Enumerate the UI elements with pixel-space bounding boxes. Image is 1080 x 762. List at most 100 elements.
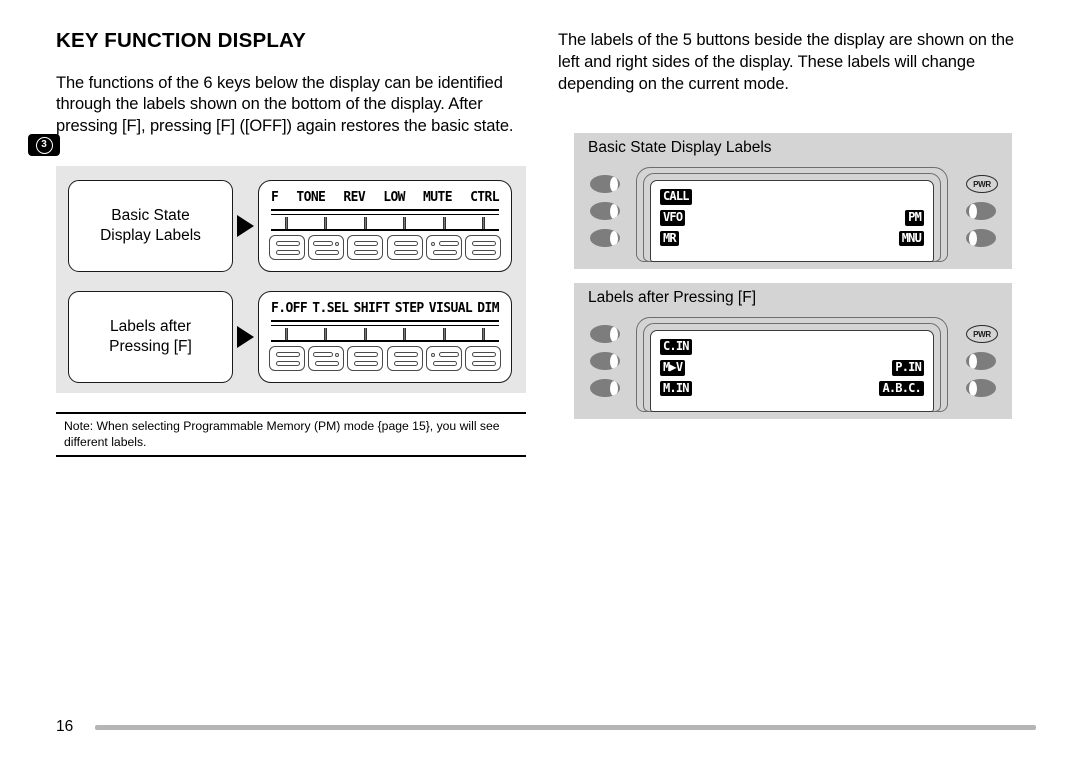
- key-label-4: LOW: [383, 190, 405, 205]
- radio-lcd-bezel-outer: C.IN M▶V M.IN P.IN A.B.C.: [636, 317, 948, 412]
- lcd-tick-marks: [271, 328, 499, 340]
- key-label-3: SHIFT: [353, 301, 391, 316]
- radio-lcd-bezel-inner: CALL VFO MR PM MNU: [643, 173, 941, 262]
- key-label-2: T.SEL: [312, 301, 349, 316]
- key-function-figure: Basic State Display Labels F TONE REV LO…: [56, 166, 526, 393]
- callout-basic-state: Basic State Display Labels: [68, 180, 233, 272]
- callout-after-f-line1: Labels after: [109, 317, 191, 335]
- radio-lcd-screen: C.IN M▶V M.IN P.IN A.B.C.: [650, 330, 934, 412]
- key-button-1: [269, 346, 305, 371]
- key-label-4: STEP: [394, 301, 425, 316]
- key-label-5: VISUAL: [428, 301, 473, 316]
- chapter-number: 3: [35, 136, 53, 154]
- lcd-label-abc: A.B.C.: [879, 380, 924, 397]
- left-button-2[interactable]: [590, 202, 620, 220]
- key-button-4: [386, 235, 423, 260]
- lcd-label-blank: [899, 189, 924, 205]
- footer-rule: [95, 724, 1036, 730]
- key-button-2: [308, 235, 345, 260]
- key-button-6: [464, 235, 501, 260]
- right-side-buttons-panel2: PWR: [966, 325, 998, 397]
- power-button[interactable]: PWR: [966, 325, 998, 343]
- callout-basic-state-line1: Basic State: [111, 206, 190, 224]
- radio-panel-basic-state: Basic State Display Labels CALL VFO MR P…: [574, 133, 1012, 269]
- left-side-buttons-panel1: [590, 175, 620, 247]
- left-button-2[interactable]: [590, 352, 620, 370]
- key-label-2: TONE: [296, 190, 326, 205]
- right-triangle-arrow-icon: [237, 326, 254, 348]
- lcd-rule-top: [271, 320, 499, 322]
- key-label-6: DIM: [477, 301, 499, 316]
- lcd-label-blank: [899, 339, 924, 355]
- keystrip-basic-state-labels: F TONE REV LOW MUTE CTRL: [271, 190, 500, 205]
- right-button-2[interactable]: [966, 202, 996, 220]
- right-button-3[interactable]: [966, 229, 996, 247]
- lcd-label-vfo: VFO: [660, 209, 686, 226]
- left-column: KEY FUNCTION DISPLAY The functions of th…: [56, 29, 526, 138]
- key-button-6: [464, 346, 501, 371]
- left-intro-paragraph: The functions of the 6 keys below the di…: [56, 73, 514, 136]
- right-side-buttons-panel1: PWR: [966, 175, 998, 247]
- key-label-1: F: [271, 190, 279, 205]
- radio-lcd-bezel-outer: CALL VFO MR PM MNU: [636, 167, 948, 262]
- page-footer: 16: [56, 718, 1036, 736]
- right-triangle-arrow-icon: [237, 215, 254, 237]
- lcd-rule-second: [271, 214, 499, 216]
- key-label-1: F.OFF: [271, 301, 308, 316]
- key-row-after-f: [269, 346, 501, 371]
- lcd-label-m-in: M.IN: [660, 380, 692, 397]
- key-button-1: [269, 235, 305, 260]
- key-row-basic-state: [269, 235, 501, 260]
- lcd-right-labels: P.IN A.B.C.: [879, 339, 924, 397]
- radio-lcd-bezel-inner: C.IN M▶V M.IN P.IN A.B.C.: [643, 323, 941, 412]
- radio-lcd-label-area: C.IN M▶V M.IN P.IN A.B.C.: [651, 331, 933, 411]
- lcd-rule-top: [271, 209, 499, 211]
- lcd-rule-bottom: [271, 340, 499, 342]
- keystrip-after-f-labels: F.OFF T.SEL SHIFT STEP VISUAL DIM: [271, 301, 500, 316]
- right-intro-paragraph: The labels of the 5 buttons beside the d…: [558, 31, 1015, 93]
- key-button-3: [347, 346, 384, 371]
- lcd-label-p-in: P.IN: [892, 359, 924, 376]
- lcd-left-labels: C.IN M▶V M.IN: [660, 339, 692, 397]
- lcd-rule-bottom: [271, 229, 499, 231]
- key-button-5: [425, 346, 462, 371]
- note-box: Note: When selecting Programmable Memory…: [56, 412, 526, 458]
- callout-labels-after-f: Labels after Pressing [F]: [68, 291, 233, 383]
- key-figure-row-after-f: Labels after Pressing [F] F.OFF T.SEL SH…: [68, 291, 512, 383]
- radio-panel-caption: Labels after Pressing [F]: [588, 289, 756, 306]
- left-button-3[interactable]: [590, 229, 620, 247]
- key-label-3: REV: [343, 190, 366, 205]
- callout-after-f-line2: Pressing [F]: [109, 338, 192, 355]
- key-button-3: [347, 235, 384, 260]
- power-button[interactable]: PWR: [966, 175, 998, 193]
- key-label-6: CTRL: [470, 190, 500, 205]
- lcd-label-call: CALL: [660, 189, 692, 205]
- key-button-2: [308, 346, 345, 371]
- radio-lcd-label-area: CALL VFO MR PM MNU: [651, 181, 933, 261]
- lcd-left-labels: CALL VFO MR: [660, 189, 692, 247]
- lcd-label-pm: PM: [905, 209, 924, 226]
- lcd-label-mr: MR: [660, 230, 679, 247]
- keystrip-basic-state: F TONE REV LOW MUTE CTRL: [258, 180, 512, 272]
- keystrip-after-f: F.OFF T.SEL SHIFT STEP VISUAL DIM: [258, 291, 512, 383]
- radio-panel-after-f: Labels after Pressing [F] C.IN M▶V M.IN …: [574, 283, 1012, 419]
- page-title: KEY FUNCTION DISPLAY: [56, 29, 307, 52]
- lcd-label-m-to-v: M▶V: [660, 359, 686, 376]
- callout-basic-state-line2: Display Labels: [100, 227, 201, 244]
- right-button-3[interactable]: [966, 379, 996, 397]
- page-number: 16: [56, 718, 74, 735]
- key-label-5: MUTE: [423, 190, 453, 205]
- right-button-2[interactable]: [966, 352, 996, 370]
- left-side-buttons-panel2: [590, 325, 620, 397]
- key-button-4: [386, 346, 423, 371]
- left-button-3[interactable]: [590, 379, 620, 397]
- left-button-1[interactable]: [590, 325, 620, 343]
- lcd-rule-second: [271, 325, 499, 327]
- lcd-label-mnu: MNU: [898, 230, 924, 247]
- left-button-1[interactable]: [590, 175, 620, 193]
- lcd-tick-marks: [271, 217, 499, 229]
- key-button-5: [425, 235, 462, 260]
- radio-panel-caption: Basic State Display Labels: [588, 139, 772, 156]
- lcd-right-labels: PM MNU: [898, 189, 924, 247]
- lcd-label-c-in: C.IN: [660, 339, 692, 355]
